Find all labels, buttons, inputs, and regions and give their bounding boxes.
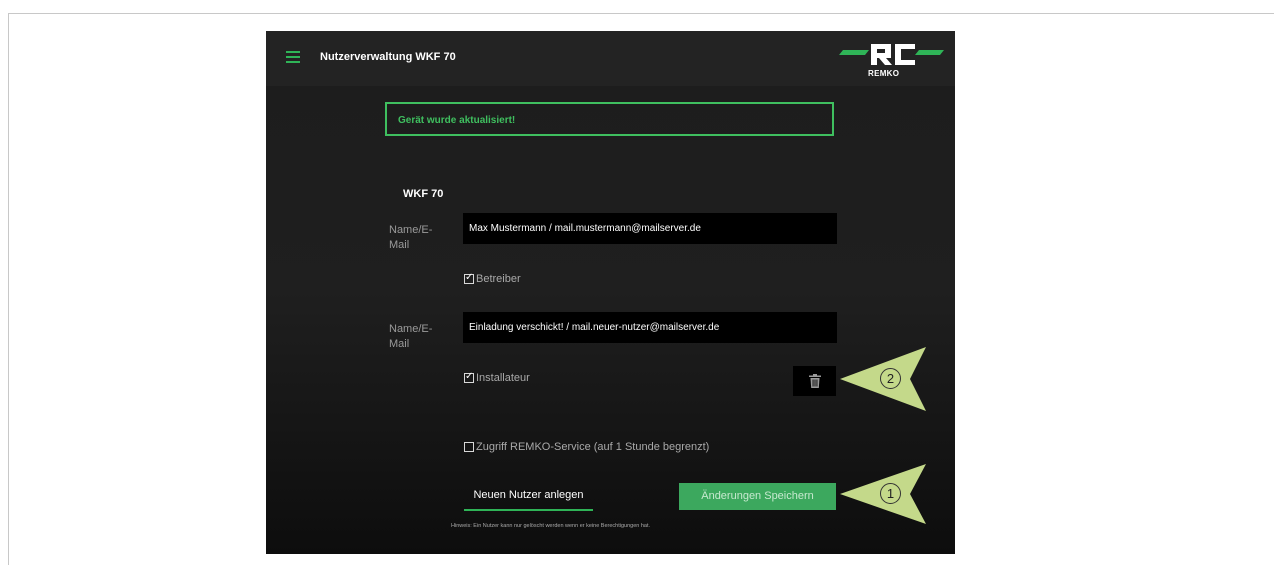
new-user-button[interactable]: Neuen Nutzer anlegen	[464, 482, 593, 511]
device-title: WKF 70	[403, 188, 444, 200]
user-2-role-checkbox-row[interactable]: Installateur	[464, 371, 530, 384]
delete-button[interactable]	[793, 366, 836, 396]
user-1-role-checkbox-row[interactable]: Betreiber	[464, 272, 521, 285]
callout-1: 1	[838, 462, 928, 526]
service-access-checkbox[interactable]	[464, 442, 474, 452]
hint-text: Hinweis: Ein Nutzer kann nur gelöscht we…	[451, 523, 651, 529]
user-1-name-email-field[interactable]	[463, 213, 837, 244]
trash-icon	[809, 374, 821, 388]
user-1-label: Name/E-Mail	[389, 224, 433, 251]
service-access-label: Zugriff REMKO-Service (auf 1 Stunde begr…	[476, 441, 710, 453]
service-access-row[interactable]: Zugriff REMKO-Service (auf 1 Stunde begr…	[464, 441, 709, 453]
callout-1-number: 1	[880, 483, 901, 504]
logo-text: REMKO	[868, 69, 900, 78]
status-notice-text: Gerät wurde aktualisiert!	[398, 115, 516, 126]
frame-left-line	[8, 13, 9, 565]
new-user-button-label: Neuen Nutzer anlegen	[473, 489, 584, 501]
user-1-role-label: Betreiber	[476, 273, 521, 285]
status-notice: Gerät wurde aktualisiert!	[385, 102, 834, 136]
top-bar: Nutzerverwaltung WKF 70	[266, 31, 955, 86]
frame-top-line	[8, 13, 1274, 14]
callout-2: 2	[838, 345, 928, 413]
user-2-name-email-field[interactable]	[463, 312, 837, 343]
user-2-label: Name/E-Mail	[389, 323, 433, 350]
user-1-role-checkbox[interactable]	[464, 272, 474, 284]
save-button[interactable]: Änderungen Speichern	[679, 483, 836, 510]
user-2-role-label: Installateur	[476, 372, 530, 384]
callout-2-number: 2	[880, 368, 901, 389]
page-title: Nutzerverwaltung WKF 70	[320, 51, 456, 63]
new-user-underline	[464, 509, 593, 511]
user-2-role-checkbox[interactable]	[464, 371, 474, 383]
hamburger-menu-icon[interactable]	[286, 51, 300, 63]
